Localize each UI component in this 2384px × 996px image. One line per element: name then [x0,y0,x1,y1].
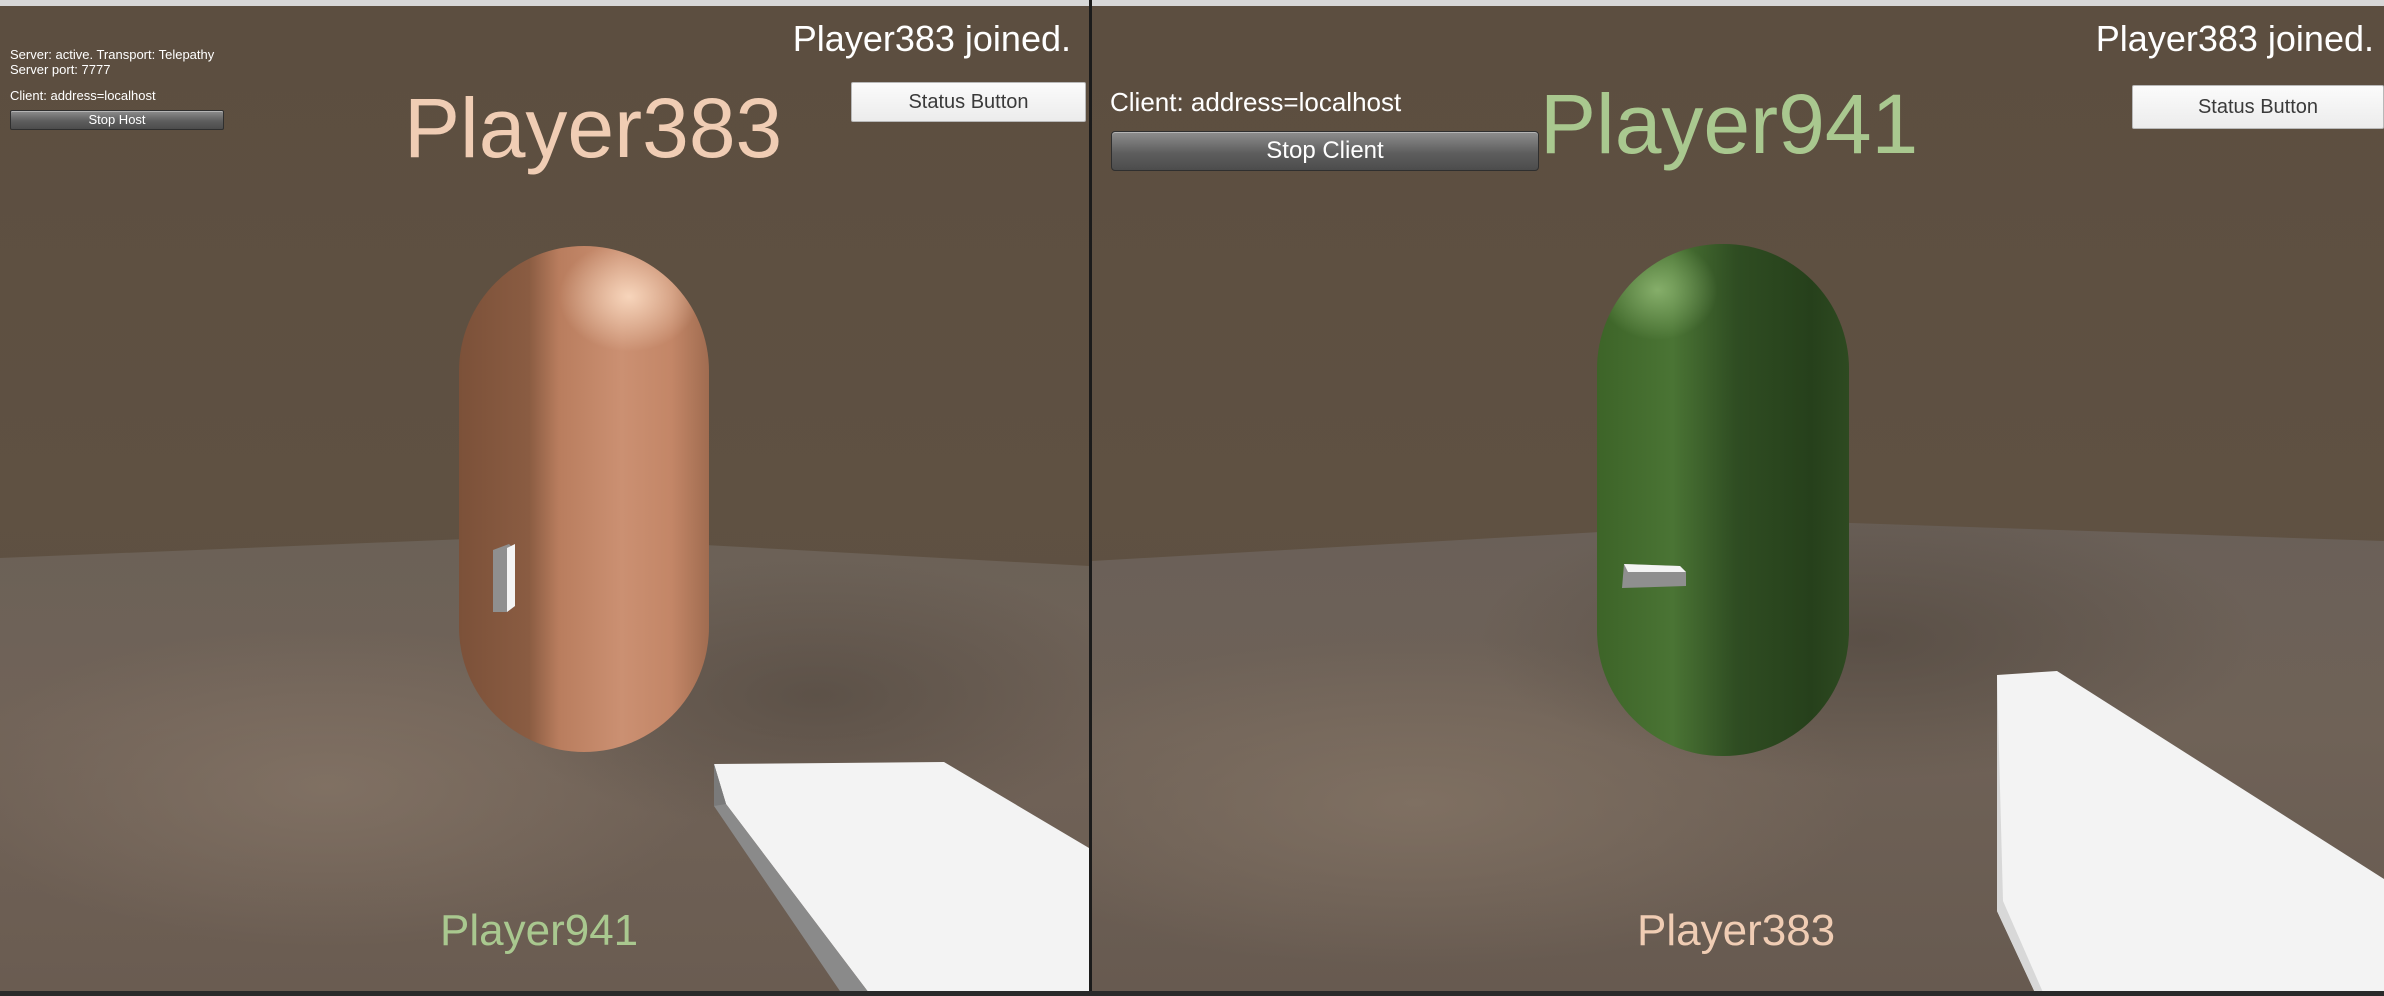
held-item-svg [1622,564,1686,588]
other-player-nameplate: Player941 [440,906,639,955]
stop-client-button[interactable]: Stop Client [1111,131,1539,171]
server-status-text: Server: active. Transport: Telepathy [10,47,215,62]
status-button[interactable]: Status Button [2132,85,2384,129]
join-notification: Player383 joined. [792,18,1071,59]
weapon-block-svg [714,762,1089,991]
client-address-text: Client: address=localhost [10,88,156,103]
host-game-view[interactable]: Player383 joined. Status Button Server: … [0,6,1089,991]
status-button[interactable]: Status Button [851,82,1086,122]
client-address-text: Client: address=localhost [1110,87,1402,117]
local-player-nameplate: Player383 [404,81,783,175]
weapon-block-svg [1997,671,2384,991]
other-player-nameplate: Player383 [1637,906,1836,955]
server-port-text: Server port: 7777 [10,62,111,77]
held-item-block [491,544,515,612]
first-person-weapon-block [714,756,1089,991]
stop-host-button[interactable]: Stop Host [10,110,224,130]
player-capsule [459,246,709,752]
client-game-view[interactable]: Player383 joined. Status Button Client: … [1092,6,2384,991]
window-bottom-strip [0,991,2384,996]
first-person-weapon-block [1997,671,2384,991]
join-notification: Player383 joined. [2095,18,2374,59]
held-item-block [1620,562,1686,588]
player-capsule [1597,244,1849,756]
local-player-nameplate: Player941 [1540,77,1919,171]
held-item-svg [493,544,515,612]
